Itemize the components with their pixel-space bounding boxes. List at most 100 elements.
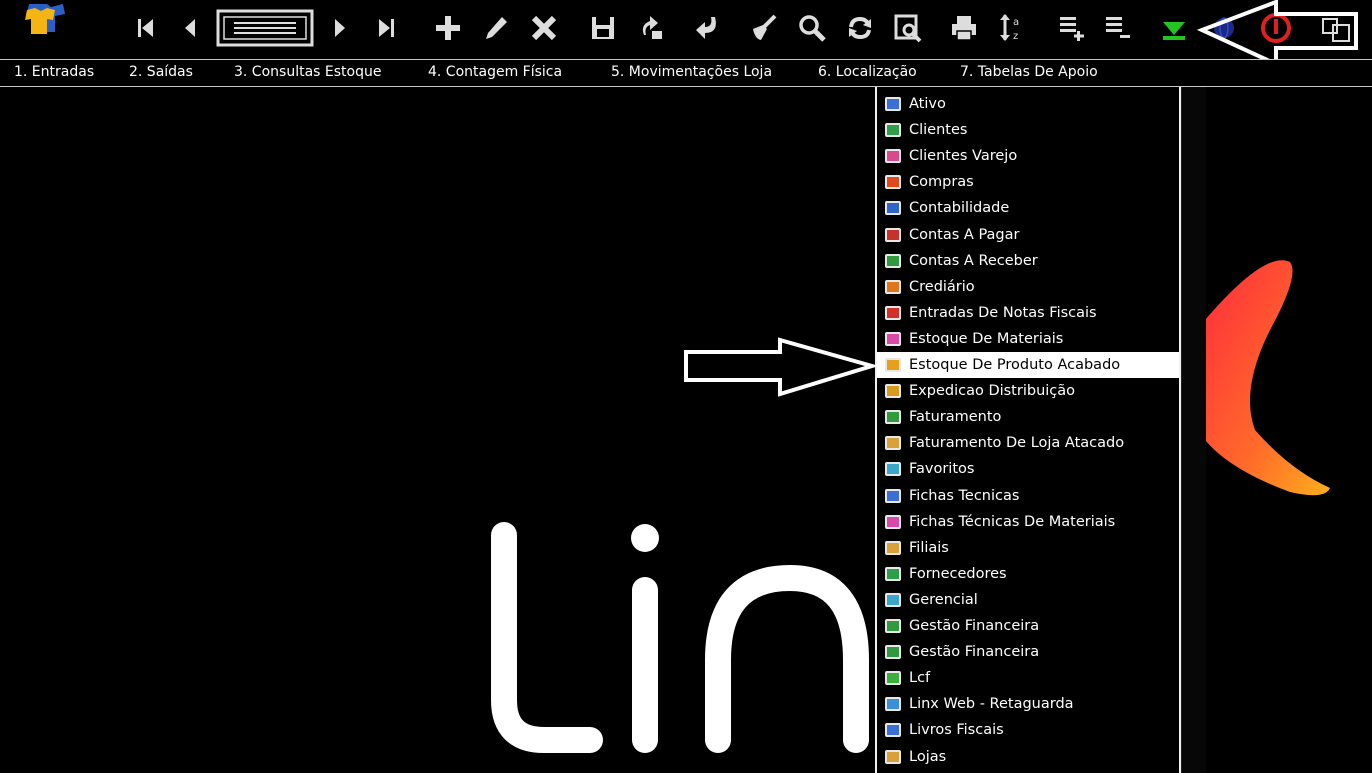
dropdown-item-label: Ativo — [909, 96, 946, 112]
dropdown-item[interactable]: Fichas Tecnicas — [877, 483, 1179, 509]
print-icon[interactable] — [946, 8, 982, 48]
dropdown-item-label: Gestão Financeira — [909, 618, 1040, 634]
dropdown-item[interactable]: Fornecedores — [877, 561, 1179, 587]
app-logo-icon[interactable] — [16, 0, 68, 40]
lcf-icon — [885, 671, 901, 686]
dropdown-item-label: Clientes Varejo — [909, 148, 1018, 165]
contas-a-receber-icon — [885, 253, 901, 268]
dropdown-item[interactable]: Contas A Pagar — [877, 222, 1179, 248]
dropdown-item-label: Clientes — [909, 122, 968, 139]
dropdown-item[interactable]: Faturamento — [877, 404, 1179, 430]
dropdown-item-label: Estoque De Produto Acabado — [909, 357, 1121, 373]
dropdown-item[interactable]: Linx Web - Retaguarda — [877, 691, 1179, 717]
menu-contagem-fisica[interactable]: 4. Contagem Física — [428, 64, 562, 80]
main-menubar: 1. Entradas 2. Saídas 3. Consultas Estoq… — [0, 59, 1372, 87]
previous-record-icon[interactable] — [172, 8, 208, 48]
dropdown-item[interactable]: Gestão Financeira — [877, 639, 1179, 665]
dropdown-item[interactable]: Livros Fiscais — [877, 717, 1179, 743]
save-icon[interactable] — [585, 8, 621, 48]
dropdown-item[interactable]: Contabilidade — [877, 195, 1179, 221]
first-record-icon[interactable] — [128, 8, 164, 48]
main-toolbar: az — [0, 0, 1372, 68]
dropdown-item-label: Fichas Tecnicas — [909, 487, 1020, 504]
edit-icon[interactable] — [478, 8, 514, 48]
expedicao-icon — [885, 384, 901, 399]
dropdown-item-label: Filiais — [909, 539, 949, 556]
gestao-financeira-icon — [885, 619, 901, 633]
clear-icon[interactable] — [746, 8, 782, 48]
dropdown-item-label: Livros Fiscais — [909, 722, 1004, 739]
dropdown-item[interactable]: Fichas Técnicas De Materiais — [877, 509, 1179, 535]
dropdown-item-label: Contas A Receber — [909, 252, 1038, 269]
undo-icon[interactable] — [690, 8, 726, 48]
sync-icon[interactable] — [842, 8, 878, 48]
linx-web-icon — [885, 697, 901, 712]
estoque-produto-icon — [885, 358, 901, 372]
next-record-icon[interactable] — [322, 8, 358, 48]
dropdown-item[interactable]: Gerencial — [877, 587, 1179, 613]
clientes-varejo-icon — [885, 149, 901, 164]
dropdown-item-label: Compras — [909, 174, 974, 191]
search-icon[interactable] — [794, 8, 830, 48]
dropdown-item[interactable]: Favoritos — [877, 456, 1179, 482]
dropdown-item-label: Contabilidade — [909, 200, 1010, 217]
dropdown-item[interactable]: Ativo — [877, 91, 1179, 117]
last-record-icon[interactable] — [368, 8, 404, 48]
add-line-icon[interactable] — [1054, 8, 1090, 48]
remove-line-icon[interactable] — [1100, 8, 1136, 48]
dropdown-item[interactable]: Lcf — [877, 665, 1179, 691]
ativo-icon — [885, 97, 901, 111]
menu-localizacao[interactable]: 6. Localização — [818, 64, 917, 80]
download-icon[interactable] — [1156, 8, 1192, 48]
dropdown-item[interactable]: Lojas — [877, 744, 1179, 770]
dropdown-item-label: Gerencial — [909, 591, 978, 608]
dropdown-item-label: Entradas De Notas Fiscais — [909, 304, 1097, 321]
dropdown-item-label: Lcf — [909, 670, 931, 687]
dropdown-item-label: Faturamento — [909, 409, 1002, 426]
fichas-materiais-icon — [885, 514, 901, 529]
lojas-icon — [885, 749, 901, 764]
dropdown-item[interactable]: Entradas De Notas Fiscais — [877, 300, 1179, 326]
dropdown-item-label: Gestão Financeira — [909, 644, 1040, 661]
dropdown-item[interactable]: Crediário — [877, 274, 1179, 300]
menu-consultas-estoque[interactable]: 3. Consultas Estoque — [234, 64, 381, 80]
dropdown-item[interactable]: Contas A Receber — [877, 248, 1179, 274]
dropdown-item-label: Contas A Pagar — [909, 226, 1020, 243]
sort-az-icon[interactable]: az — [994, 8, 1030, 48]
preview-icon[interactable] — [890, 8, 926, 48]
contas-a-pagar-icon — [885, 227, 901, 242]
dropdown-scrollbar[interactable] — [1181, 87, 1206, 773]
dropdown-item[interactable]: Filiais — [877, 535, 1179, 561]
dropdown-item[interactable]: Clientes Varejo — [877, 143, 1179, 169]
delete-icon[interactable] — [526, 8, 562, 48]
fichas-tecnicas-icon — [885, 488, 901, 503]
dropdown-item[interactable]: Estoque De Materiais — [877, 326, 1179, 352]
module-dropdown-list: Ativo Clientes Clientes Varejo Compras Conta… — [875, 87, 1181, 773]
dropdown-item[interactable]: Compras — [877, 169, 1179, 195]
dropdown-item-label: Favoritos — [909, 461, 975, 478]
faturamento-atacado-icon — [885, 436, 901, 451]
fornecedores-icon — [885, 566, 901, 581]
menu-saidas[interactable]: 2. Saídas — [129, 64, 193, 80]
menu-tabelas-de-apoio[interactable]: 7. Tabelas De Apoio — [960, 64, 1098, 80]
dropdown-item[interactable]: Clientes — [877, 117, 1179, 143]
annotation-arrow-toolbar — [1196, 0, 1358, 68]
dropdown-item[interactable]: Faturamento De Loja Atacado — [877, 430, 1179, 456]
menu-entradas[interactable]: 1. Entradas — [14, 64, 94, 80]
refresh-icon[interactable] — [633, 8, 669, 48]
menu-movimentacoes-loja[interactable]: 5. Movimentações Loja — [611, 64, 772, 80]
estoque-materiais-icon — [885, 331, 901, 346]
dropdown-item-label: Lojas — [909, 748, 947, 765]
record-list-icon[interactable] — [216, 8, 314, 48]
dropdown-item[interactable]: Expedicao Distribuição — [877, 378, 1179, 404]
dropdown-item-label: Fornecedores — [909, 565, 1007, 582]
add-icon[interactable] — [430, 8, 466, 48]
dropdown-item-label: Fichas Técnicas De Materiais — [909, 513, 1116, 530]
dropdown-item[interactable]: Estoque De Produto Acabado — [877, 352, 1179, 378]
dropdown-item-label: Faturamento De Loja Atacado — [909, 435, 1125, 452]
entradas-notas-icon — [885, 305, 901, 320]
dropdown-item-label: Estoque De Materiais — [909, 330, 1064, 347]
annotation-arrow-selected — [684, 337, 878, 397]
svg-text:a: a — [1013, 17, 1019, 28]
dropdown-item[interactable]: Gestão Financeira — [877, 613, 1179, 639]
